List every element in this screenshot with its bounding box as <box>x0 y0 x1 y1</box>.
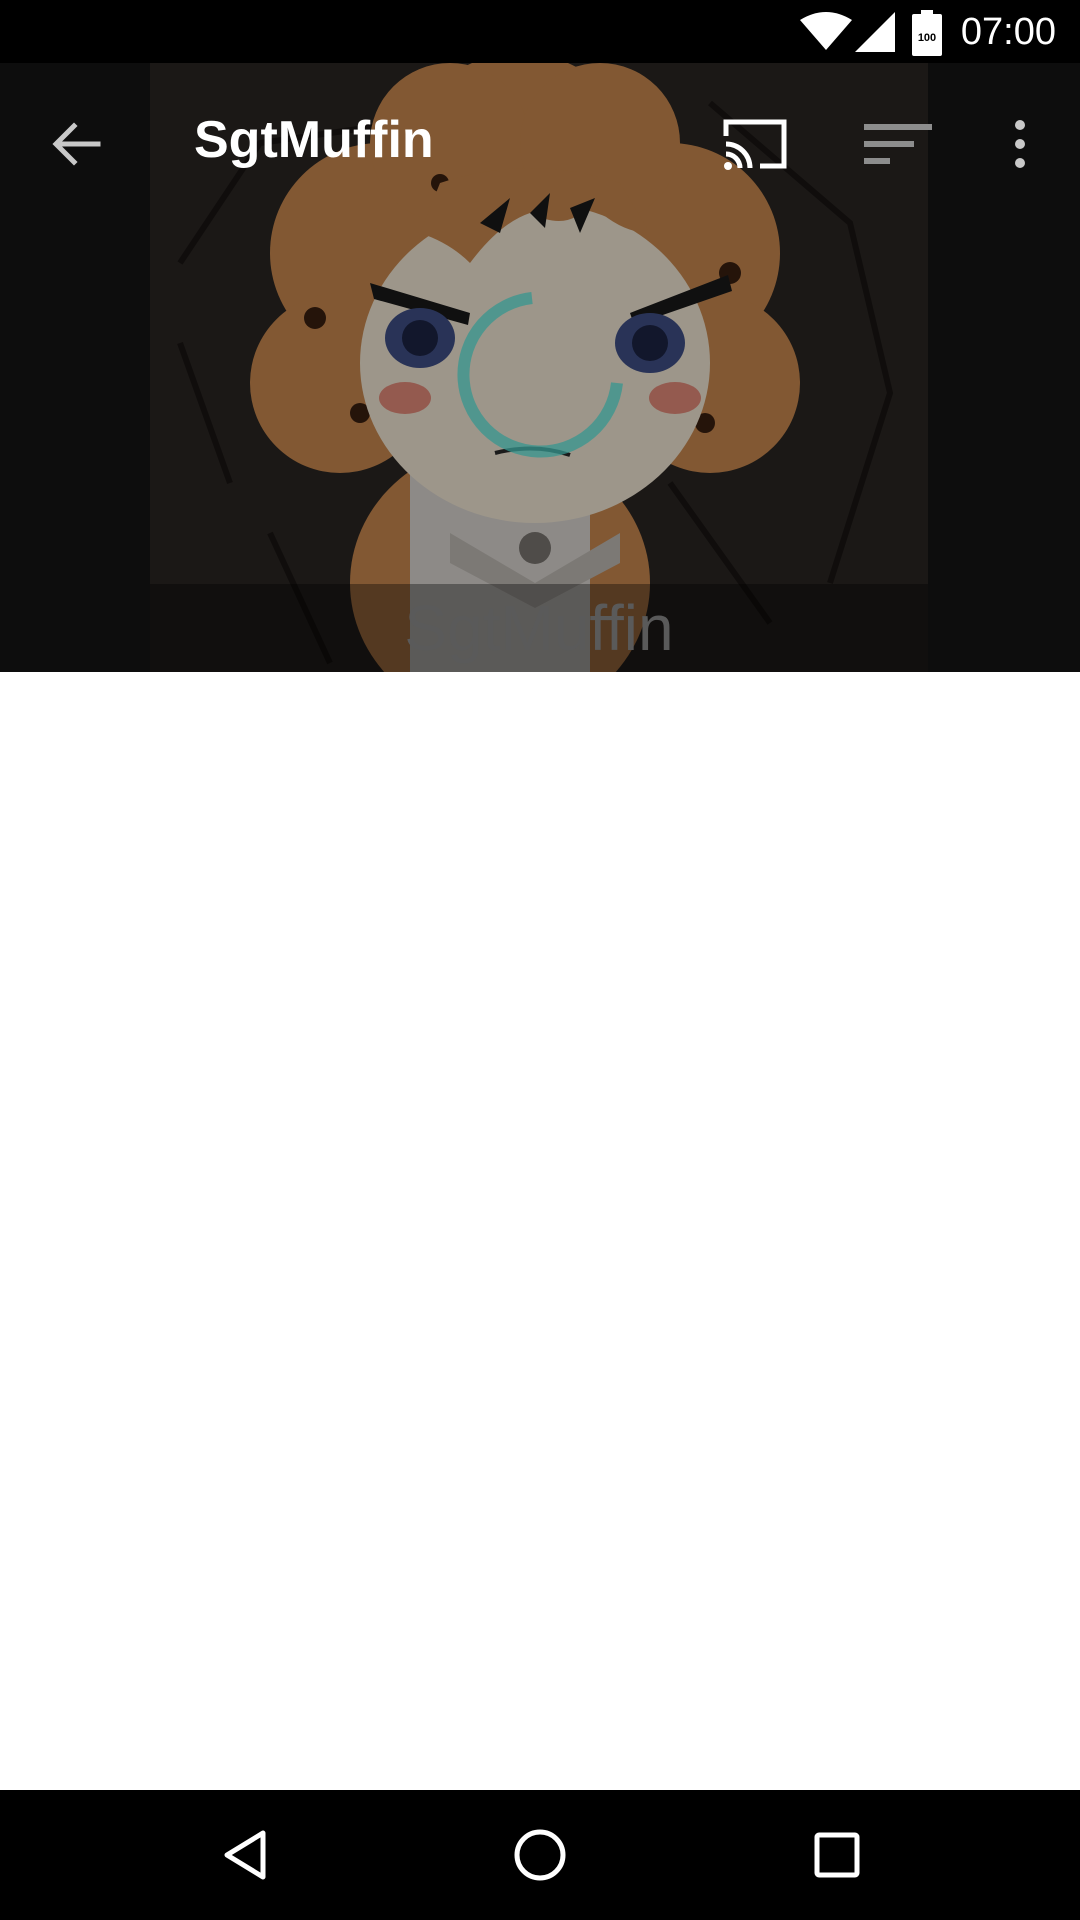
cell-signal-icon <box>855 12 895 56</box>
more-options-button[interactable] <box>984 108 1056 180</box>
toolbar: SgtMuffin <box>0 63 1080 217</box>
status-time: 07:00 <box>960 11 1056 53</box>
svg-text:100: 100 <box>918 32 936 44</box>
status-bar: 100 07:00 <box>0 0 1080 63</box>
page-title: SgtMuffin <box>194 111 434 169</box>
nav-recents-button[interactable] <box>797 1815 877 1895</box>
battery-icon: 100 <box>912 10 942 60</box>
cast-button[interactable] <box>720 108 792 180</box>
more-vert-icon <box>1015 120 1025 168</box>
back-arrow-icon <box>52 122 101 166</box>
nav-home-button[interactable] <box>500 1815 580 1895</box>
back-button[interactable] <box>40 108 112 180</box>
sort-button[interactable] <box>862 108 934 180</box>
cast-icon <box>723 119 787 170</box>
nav-back-icon <box>224 1830 266 1880</box>
loading-spinner-icon <box>457 292 623 458</box>
navigation-bar <box>0 1790 1080 1920</box>
content-area <box>0 672 1080 1790</box>
sort-icon <box>864 124 932 164</box>
nav-home-icon <box>514 1829 566 1881</box>
nav-recents-icon <box>814 1832 860 1878</box>
channel-header: SgtMuffin SgtMuffin <box>0 63 1080 672</box>
nav-back-button[interactable] <box>205 1815 285 1895</box>
wifi-icon <box>800 12 852 56</box>
